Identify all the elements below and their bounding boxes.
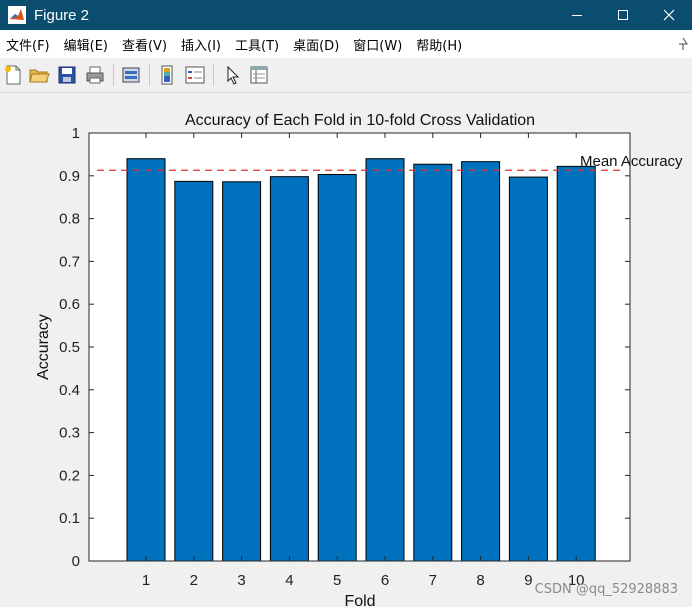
bar-fold-9 — [508, 176, 548, 562]
watermark: CSDN @qq_52928883 — [534, 582, 678, 597]
y-tick-label: 0.6 — [59, 296, 80, 313]
insert-legend-icon[interactable] — [184, 64, 206, 86]
link-plot-icon[interactable] — [120, 64, 142, 86]
toolbar-separator — [149, 64, 150, 86]
toolbar — [0, 58, 692, 93]
menu-tools[interactable]: 工具(T) — [228, 35, 286, 54]
maximize-icon — [618, 10, 628, 20]
x-tick-label: 1 — [142, 572, 150, 589]
y-tick-label: 0.4 — [59, 382, 80, 399]
y-tick-label: 0.1 — [59, 510, 80, 527]
x-tick-label: 2 — [190, 572, 198, 589]
menu-edit[interactable]: 编辑(E) — [57, 35, 115, 54]
window-title: Figure 2 — [34, 6, 90, 24]
menu-desktop[interactable]: 桌面(D) — [286, 35, 346, 54]
x-axis-label: Fold — [344, 593, 375, 607]
x-tick-label: 9 — [524, 572, 532, 589]
close-icon — [663, 9, 675, 21]
chart-title: Accuracy of Each Fold in 10-fold Cross V… — [185, 112, 535, 129]
matlab-logo-icon — [8, 6, 26, 24]
save-icon[interactable] — [56, 64, 78, 86]
bar-fold-7 — [413, 163, 453, 562]
menu-bar: 文件(F) 编辑(E) 查看(V) 插入(I) 工具(T) 桌面(D) 窗口(W… — [0, 30, 692, 58]
minimize-button[interactable] — [554, 0, 600, 30]
y-tick-label: 0.9 — [59, 168, 80, 185]
figure-area: Accuracy of Each Fold in 10-fold Cross V… — [0, 93, 692, 607]
x-tick-label: 6 — [381, 572, 389, 589]
bar-fold-6 — [365, 158, 405, 562]
bar-fold-3 — [222, 181, 262, 562]
toolbar-separator — [113, 64, 114, 86]
insert-colorbar-icon[interactable] — [156, 64, 178, 86]
y-tick-label: 0.8 — [59, 211, 80, 228]
new-figure-icon[interactable] — [2, 64, 24, 86]
x-tick-label: 4 — [285, 572, 293, 589]
y-tick-label: 0 — [72, 553, 80, 570]
bar-fold-10 — [556, 165, 596, 562]
menu-view[interactable]: 查看(V) — [115, 35, 174, 54]
close-button[interactable] — [646, 0, 692, 30]
bar-fold-2 — [174, 180, 214, 562]
y-tick-label: 0.2 — [59, 467, 80, 484]
menu-insert[interactable]: 插入(I) — [174, 35, 228, 54]
y-tick-label: 0.3 — [59, 425, 80, 442]
bar-fold-5 — [317, 174, 357, 562]
menu-help[interactable]: 帮助(H) — [409, 35, 469, 54]
x-tick-label: 7 — [429, 572, 437, 589]
axes-background — [89, 133, 630, 561]
title-bar: Figure 2 — [0, 0, 692, 30]
y-tick-label: 1 — [72, 125, 80, 142]
bar-fold-8 — [461, 161, 501, 562]
maximize-button[interactable] — [600, 0, 646, 30]
y-tick-label: 0.5 — [59, 339, 80, 356]
menu-file[interactable]: 文件(F) — [0, 35, 57, 54]
toolbar-separator — [213, 64, 214, 86]
mean-accuracy-label: Mean Accuracy — [580, 153, 683, 170]
y-axis-label: Accuracy — [35, 314, 52, 380]
y-tick-label: 0.7 — [59, 253, 80, 270]
menu-window[interactable]: 窗口(W) — [346, 35, 409, 54]
print-icon[interactable] — [84, 64, 106, 86]
bar-fold-4 — [269, 176, 309, 562]
property-inspector-icon[interactable] — [248, 64, 270, 86]
pointer-icon[interactable] — [222, 64, 244, 86]
x-tick-label: 8 — [476, 572, 484, 589]
open-folder-icon[interactable] — [28, 64, 50, 86]
bar-chart: Accuracy of Each Fold in 10-fold Cross V… — [35, 112, 683, 607]
bar-fold-1 — [126, 158, 166, 562]
dock-pin-icon[interactable] — [678, 38, 688, 50]
x-tick-label: 5 — [333, 572, 341, 589]
x-tick-label: 3 — [237, 572, 245, 589]
minimize-icon — [572, 15, 582, 16]
